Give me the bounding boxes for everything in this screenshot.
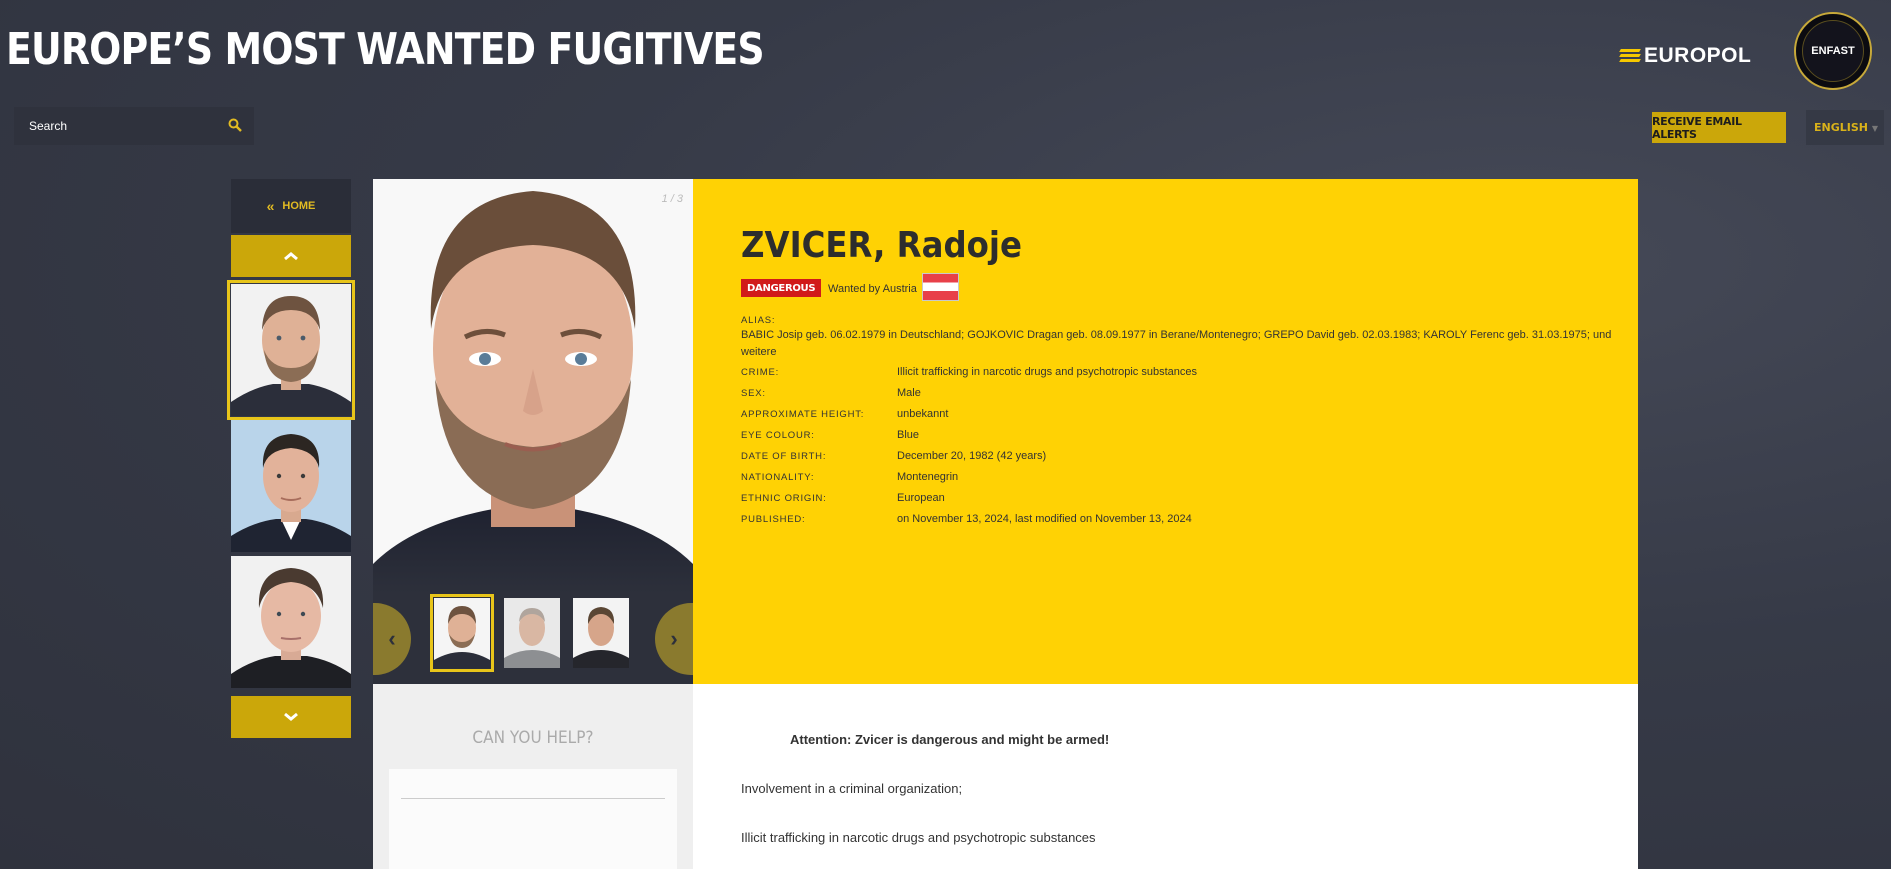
attention-text: Attention: Zvicer is dangerous and might… — [790, 732, 1110, 747]
divider — [401, 798, 665, 799]
search-input[interactable]: Search — [14, 107, 254, 145]
field-label: CRIME: — [741, 367, 780, 378]
scroll-up-button[interactable] — [231, 235, 351, 277]
chevron-down-icon: ▼ — [1871, 124, 1878, 133]
photo-carousel: ‹ › — [373, 594, 693, 684]
portrait-image — [434, 598, 490, 668]
wanted-by-text: Wanted by Austria — [828, 283, 917, 295]
field-value: Male — [897, 387, 921, 399]
field-value: on November 13, 2024, last modified on N… — [897, 513, 1192, 525]
status-badge: DANGEROUS — [741, 279, 822, 297]
portrait-image — [573, 598, 629, 668]
photo-counter: 1 / 3 — [661, 193, 683, 205]
carousel-thumbnail[interactable] — [430, 594, 494, 672]
austria-flag-icon — [922, 273, 959, 301]
field-value: European — [897, 492, 945, 504]
person-name: ZVICER, Radoje — [741, 225, 1023, 266]
portrait-image — [373, 179, 693, 594]
europol-logo[interactable]: EUROPOL — [1619, 44, 1752, 68]
field-value: unbekannt — [897, 408, 949, 420]
chevron-right-icon: › — [670, 626, 678, 651]
description-panel: Attention: Zvicer is dangerous and might… — [693, 684, 1638, 869]
help-panel: CAN YOU HELP? — [373, 684, 693, 869]
field-label: NATIONALITY: — [741, 472, 815, 483]
home-button[interactable]: « HOME — [231, 179, 351, 233]
portrait-image — [231, 420, 351, 552]
description-line: Illicit trafficking in narcotic drugs an… — [741, 830, 1096, 845]
chevron-down-icon — [284, 712, 298, 721]
europol-mark-icon — [1619, 49, 1641, 63]
search-icon[interactable] — [228, 118, 242, 132]
field-label: ETHNIC ORIGIN: — [741, 493, 827, 504]
field-value: December 20, 1982 (42 years) — [897, 450, 1047, 462]
language-value: ENGLISH — [1814, 121, 1868, 134]
carousel-thumbnail[interactable] — [504, 598, 560, 668]
field-label: DATE OF BIRTH: — [741, 451, 827, 462]
fugitive-thumbnail[interactable] — [231, 420, 351, 552]
portrait-image — [231, 556, 351, 688]
carousel-thumbnail[interactable] — [573, 598, 629, 668]
alias-value: BABIC Josip geb. 06.02.1979 in Deutschla… — [741, 329, 1612, 358]
fugitive-thumbnail[interactable] — [227, 280, 355, 420]
alias-label: ALIAS: — [741, 315, 776, 326]
main-photo: 1 / 3 — [373, 179, 693, 594]
home-label: HOME — [282, 200, 316, 212]
double-chevron-left-icon: « — [266, 198, 275, 214]
field-value: Blue — [897, 429, 920, 441]
field-value: Illicit trafficking in narcotic drugs an… — [897, 366, 1197, 378]
field-label: APPROXIMATE HEIGHT: — [741, 409, 865, 420]
europol-logo-text: EUROPOL — [1644, 44, 1752, 67]
carousel-next-button[interactable]: › — [655, 603, 693, 675]
email-alerts-button[interactable]: RECEIVE EMAIL ALERTS — [1652, 112, 1786, 143]
field-label: PUBLISHED: — [741, 514, 806, 525]
enfast-logo[interactable]: ENFAST — [1794, 12, 1872, 90]
enfast-logo-text: ENFAST — [1811, 45, 1855, 57]
help-title: CAN YOU HELP? — [472, 728, 594, 748]
search-placeholder: Search — [29, 119, 68, 133]
portrait-image — [231, 284, 351, 416]
carousel-prev-button[interactable]: ‹ — [373, 603, 411, 675]
profile-details: ZVICER, Radoje DANGEROUS Wanted by Austr… — [693, 179, 1638, 684]
scroll-down-button[interactable] — [231, 696, 351, 738]
field-label: EYE COLOUR: — [741, 430, 815, 441]
field-label: SEX: — [741, 388, 766, 399]
chevron-up-icon — [284, 252, 298, 261]
field-value: Montenegrin — [897, 471, 959, 483]
help-form[interactable] — [389, 769, 677, 869]
fugitive-thumbnail[interactable] — [231, 556, 351, 688]
description-line: Involvement in a criminal organization; — [741, 781, 963, 796]
portrait-image — [504, 598, 560, 668]
chevron-left-icon: ‹ — [388, 626, 396, 651]
page-title: EUROPE’S MOST WANTED FUGITIVES — [6, 24, 765, 75]
language-select[interactable]: ENGLISH ▼ — [1806, 110, 1884, 145]
